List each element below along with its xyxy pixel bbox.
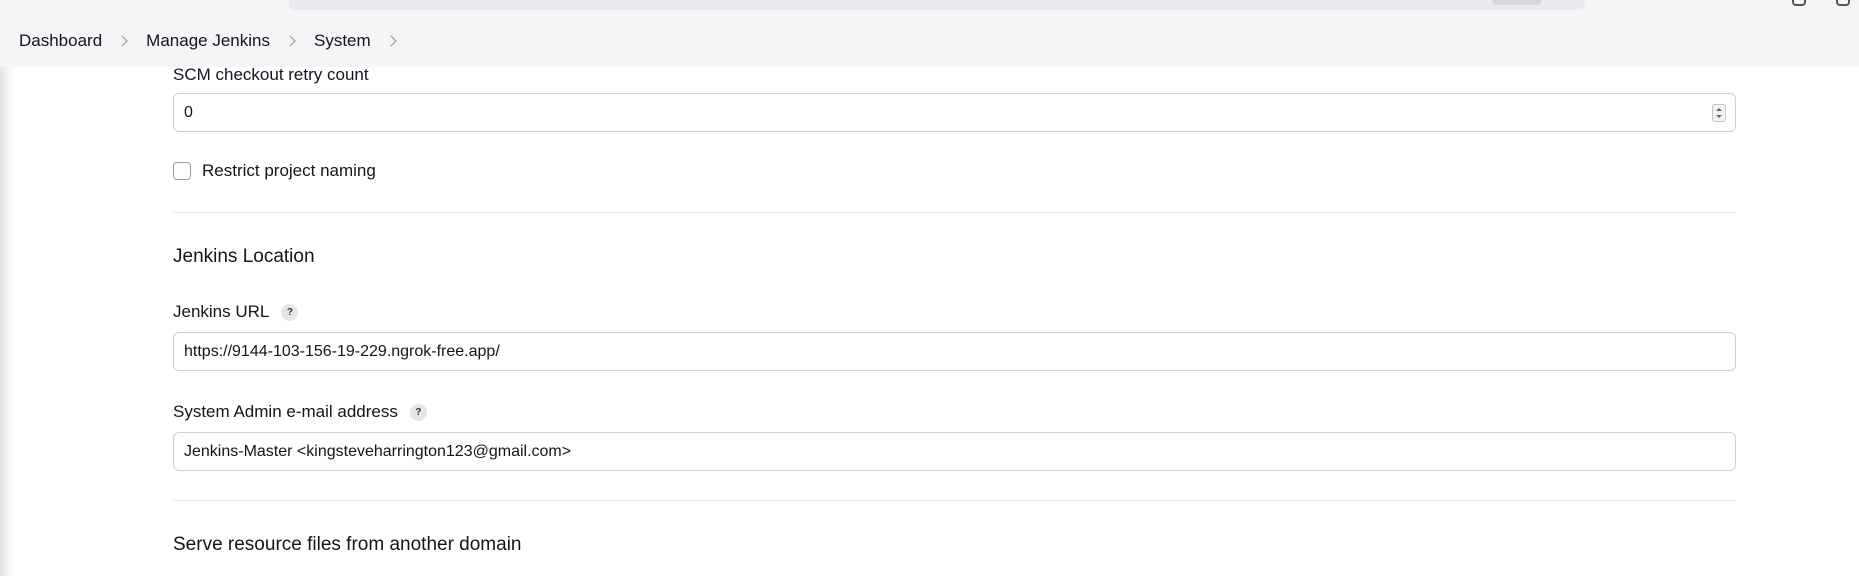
scm-retry-input[interactable] [173,93,1736,132]
page-left-shadow [0,67,14,576]
search-clear-icon[interactable]: × [1565,0,1573,5]
jenkins-url-input[interactable] [173,332,1736,371]
restrict-project-naming-checkbox[interactable] [173,162,191,180]
breadcrumb: Dashboard Manage Jenkins System [19,0,415,82]
help-icon[interactable]: ? [409,403,427,421]
user-menu-icon[interactable] [1836,0,1850,6]
chevron-right-icon[interactable] [385,35,397,47]
admin-email-label: System Admin e-mail address ? [173,400,427,424]
search-bar[interactable]: × [289,0,1585,10]
help-menu-icon[interactable] [1792,0,1806,6]
jenkins-url-label: Jenkins URL ? [173,300,299,324]
number-spinner-icon[interactable] [1712,104,1726,122]
section-divider [173,500,1736,501]
breadcrumb-system[interactable]: System [314,31,371,51]
jenkins-location-heading: Jenkins Location [173,246,315,267]
chevron-right-icon[interactable] [116,35,128,47]
section-divider [173,212,1736,213]
scm-retry-field-wrap [173,93,1736,132]
help-icon[interactable]: ? [281,303,299,321]
search-shortcut-key [1492,0,1542,5]
chevron-right-icon[interactable] [284,35,296,47]
breadcrumb-manage-jenkins[interactable]: Manage Jenkins [146,31,270,51]
admin-email-input[interactable] [173,432,1736,471]
top-bar: × Dashboard Manage Jenkins System [0,0,1859,67]
breadcrumb-dashboard[interactable]: Dashboard [19,31,102,51]
serve-resource-files-heading: Serve resource files from another domain [173,534,522,555]
restrict-project-naming-label[interactable]: Restrict project naming [202,159,376,183]
